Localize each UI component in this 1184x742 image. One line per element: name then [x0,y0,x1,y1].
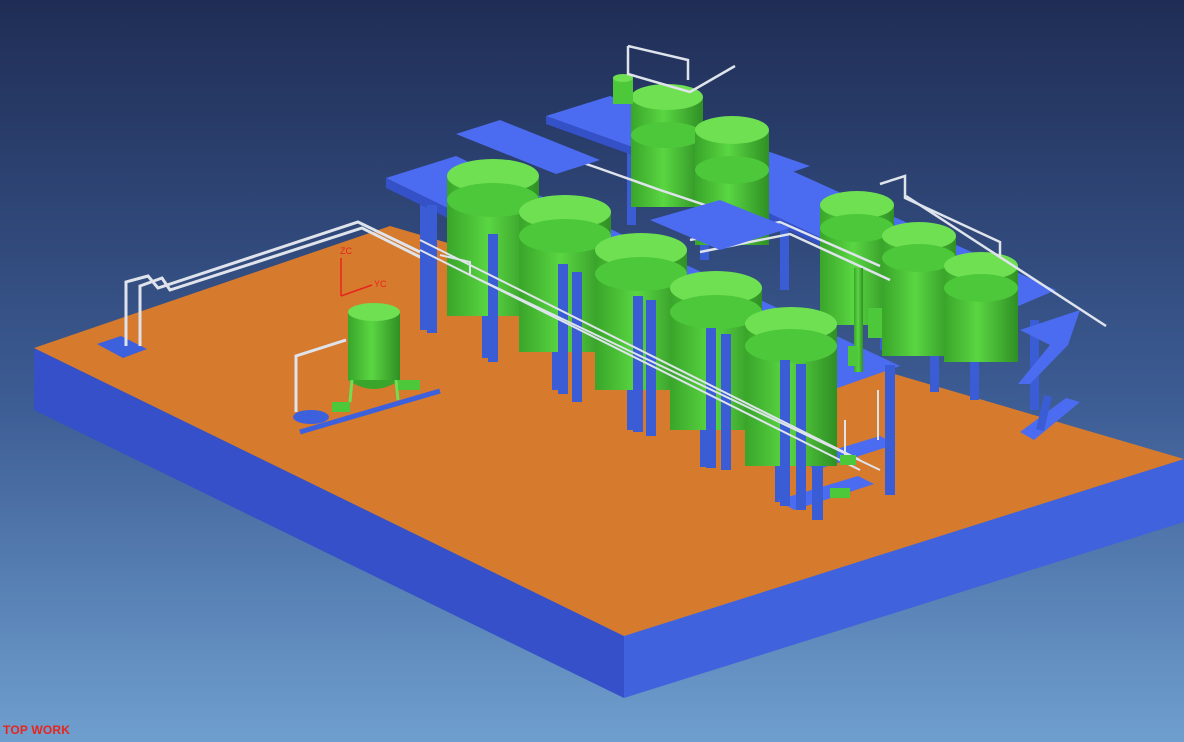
axis-y-label: YC [374,279,387,289]
graphics-viewport[interactable]: ZC YC TOP WORK [0,0,1184,742]
sump-pit-round[interactable] [293,410,329,424]
axis-z-label: ZC [340,246,352,256]
view-name-label: TOP WORK [3,723,71,737]
3d-model-scene[interactable]: ZC YC [0,0,1184,742]
storage-tank[interactable] [944,252,1018,362]
storage-tank[interactable] [631,84,703,207]
